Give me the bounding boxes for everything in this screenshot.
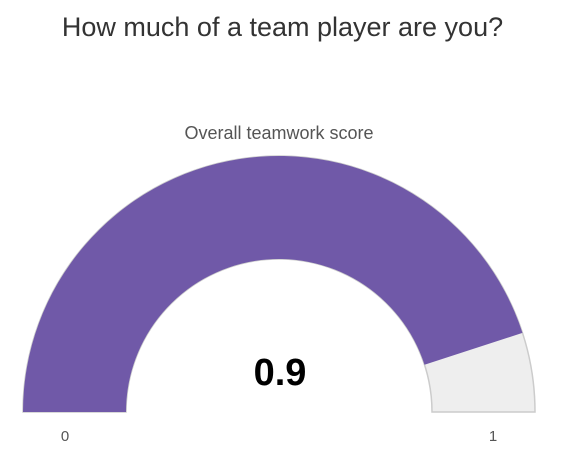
gauge-max-label: 1 <box>489 428 497 445</box>
gauge-value-label: 0.9 <box>254 352 307 394</box>
chart-subtitle: Overall teamwork score <box>184 123 373 143</box>
gauge-chart: Overall teamwork score 0.9 0 1 <box>22 123 536 445</box>
gauge-min-label: 0 <box>61 428 69 445</box>
